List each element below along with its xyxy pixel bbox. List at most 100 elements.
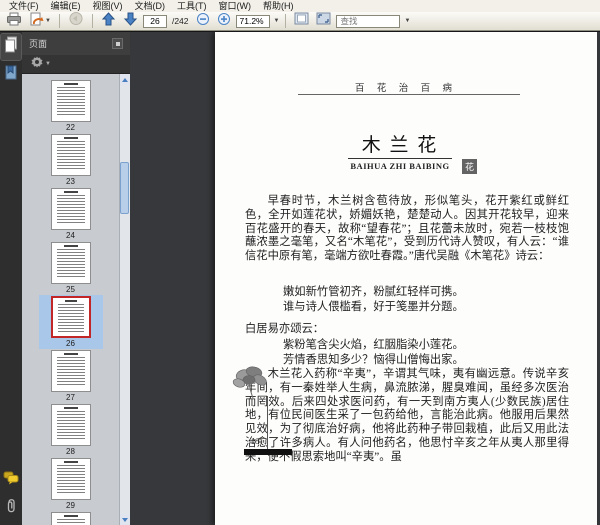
scroll-down-button[interactable] [120,514,130,525]
zoom-out-icon [196,12,210,31]
page-thumbnail[interactable]: 24 [39,187,103,241]
toolbar: ▼ /242 [0,12,600,31]
page-number-bar [244,449,292,455]
page-thumbnail-image[interactable] [51,242,91,284]
footer-ornament-line [267,396,268,452]
flower-illustration [229,365,271,404]
page-thumbnail-image[interactable] [51,350,91,392]
paragraph-2: 木兰花入药称“辛夷”，辛谓其气味，夷有幽远意。传说辛亥年间，有一秦姓举人生病，鼻… [245,368,569,465]
page-total-label: /242 [170,16,191,26]
page-number: 18 [245,436,265,446]
thumbnails-scrollbar[interactable] [119,74,130,525]
page-thumbnail-image[interactable] [51,296,91,338]
print-icon [6,12,22,31]
options-gear-icon[interactable] [31,55,43,73]
page-thumbnail[interactable]: 27 [39,349,103,403]
full-screen-icon [316,12,331,30]
page-up-icon [101,12,116,31]
page-down-icon [123,12,138,31]
page-thumbnail-image[interactable] [51,188,91,230]
zoom-out-button[interactable] [194,13,212,30]
menu-bar: 文件(F)编辑(E)视图(V)文档(D)工具(T)窗口(W)帮助(H) [0,0,600,12]
menu-item[interactable]: 视图(V) [87,0,129,12]
page-thumbnail[interactable]: 29 [39,457,103,511]
attachments-panel-button[interactable] [1,495,21,521]
options-caret-icon[interactable]: ▼ [45,61,51,67]
zoom-in-icon [217,12,231,31]
pages-panel-title: 页面 [29,37,47,50]
page-thumbnail-label: 22 [66,123,75,132]
page-thumbnail-label: 25 [66,285,75,294]
title-rule [348,158,452,159]
poem-line: 谁与诗人偎槛看，好于笺墨并分题。 [283,300,464,315]
nav-icon-strip [0,32,22,525]
zoom-level-input[interactable] [236,15,270,28]
zoom-in-button[interactable] [215,13,233,30]
menu-item[interactable]: 文档(D) [129,0,172,12]
previous-view-button[interactable] [66,13,86,30]
main-area: 页面 ▼ 22 [0,31,600,525]
fit-width-button[interactable] [292,13,311,30]
export-icon [29,12,44,31]
poem-line: 紫粉笔含尖火焰，红胭脂染小莲花。 [283,338,464,353]
panel-menu-button[interactable] [112,38,123,49]
scroll-up-icon [122,78,128,82]
scrollbar-thumb[interactable] [120,162,129,214]
document-pane[interactable]: 百 花 治 百 病 木 兰 花 BAIHUA ZHI BAIBING 花 早春时… [130,32,600,525]
pages-icon [4,36,18,59]
bookmarks-panel-button[interactable] [1,62,21,88]
thumbnails-area: 22 23 24 [22,74,130,525]
page-thumbnail-label: 28 [66,447,75,456]
full-screen-button[interactable] [314,13,333,30]
article-title-block: 木 兰 花 BAIHUA ZHI BAIBING 花 [348,135,452,171]
page-thumbnail-image[interactable] [51,512,91,525]
export-button[interactable]: ▼ [27,13,53,30]
menu-item[interactable]: 工具(T) [171,0,213,12]
menu-item[interactable]: 帮助(H) [257,0,300,12]
search-options-icon[interactable]: ▼ [404,18,410,24]
poem-2: 紫粉笔含尖火焰，红胭脂染小莲花。芳情香思知多少？恼得山僧悔出家。 [283,338,464,369]
panel-menu-icon [116,42,120,46]
pages-panel-options-row: ▼ [22,55,130,74]
menu-item[interactable]: 窗口(W) [213,0,258,12]
search-input[interactable] [336,15,400,28]
scroll-up-button[interactable] [120,74,130,85]
scroll-down-icon [122,518,128,522]
page-thumbnail-image[interactable] [51,80,91,122]
previous-page-button[interactable] [99,13,118,30]
page-number-input[interactable] [143,15,167,28]
menu-item[interactable]: 文件(F) [3,0,45,12]
transition-line: 白居易亦颂云： [245,320,324,336]
paragraph-1: 早春时节，木兰树含苞待放，形似笔头，花开紫红或鲜红色，全开如莲花状，娇媚妖艳，楚… [245,195,569,264]
page-thumbnail-label: 29 [66,501,75,510]
pages-panel: 页面 ▼ 22 [22,32,130,525]
pages-panel-header: 页面 [22,32,130,55]
page-thumbnail-image[interactable] [51,134,91,176]
running-header-rule [298,94,520,95]
comments-icon [3,471,19,490]
page-thumbnail[interactable]: 30 [39,511,103,525]
toolbar-separator [59,14,60,28]
page-thumbnail-label: 27 [66,393,75,402]
comments-panel-button[interactable] [1,467,21,493]
page-thumbnail-label: 24 [66,231,75,240]
thumbnail-list: 22 23 24 [22,74,119,525]
poem-1: 嫩如新竹管初齐，粉腻红轻样可携。谁与诗人偎槛看，好于笺墨并分题。 [283,285,464,316]
toolbar-separator [92,14,93,28]
page-thumbnail[interactable]: 22 [39,79,103,133]
page-thumbnail-image[interactable] [51,404,91,446]
pdf-page: 百 花 治 百 病 木 兰 花 BAIHUA ZHI BAIBING 花 早春时… [215,32,597,525]
page-thumbnail[interactable]: 26 [39,295,103,349]
running-header: 百 花 治 百 病 [215,80,597,94]
page-thumbnail-label: 26 [66,339,75,348]
print-button[interactable] [4,13,24,30]
pages-panel-button[interactable] [1,34,21,60]
page-thumbnail[interactable]: 28 [39,403,103,457]
attachment-paperclip-icon [5,497,18,519]
page-thumbnail-image[interactable] [51,458,91,500]
page-thumbnail[interactable]: 23 [39,133,103,187]
previous-view-icon [68,11,84,31]
next-page-button[interactable] [121,13,140,30]
page-thumbnail[interactable]: 25 [39,241,103,295]
zoom-dropdown-icon[interactable]: ▼ [274,18,280,24]
